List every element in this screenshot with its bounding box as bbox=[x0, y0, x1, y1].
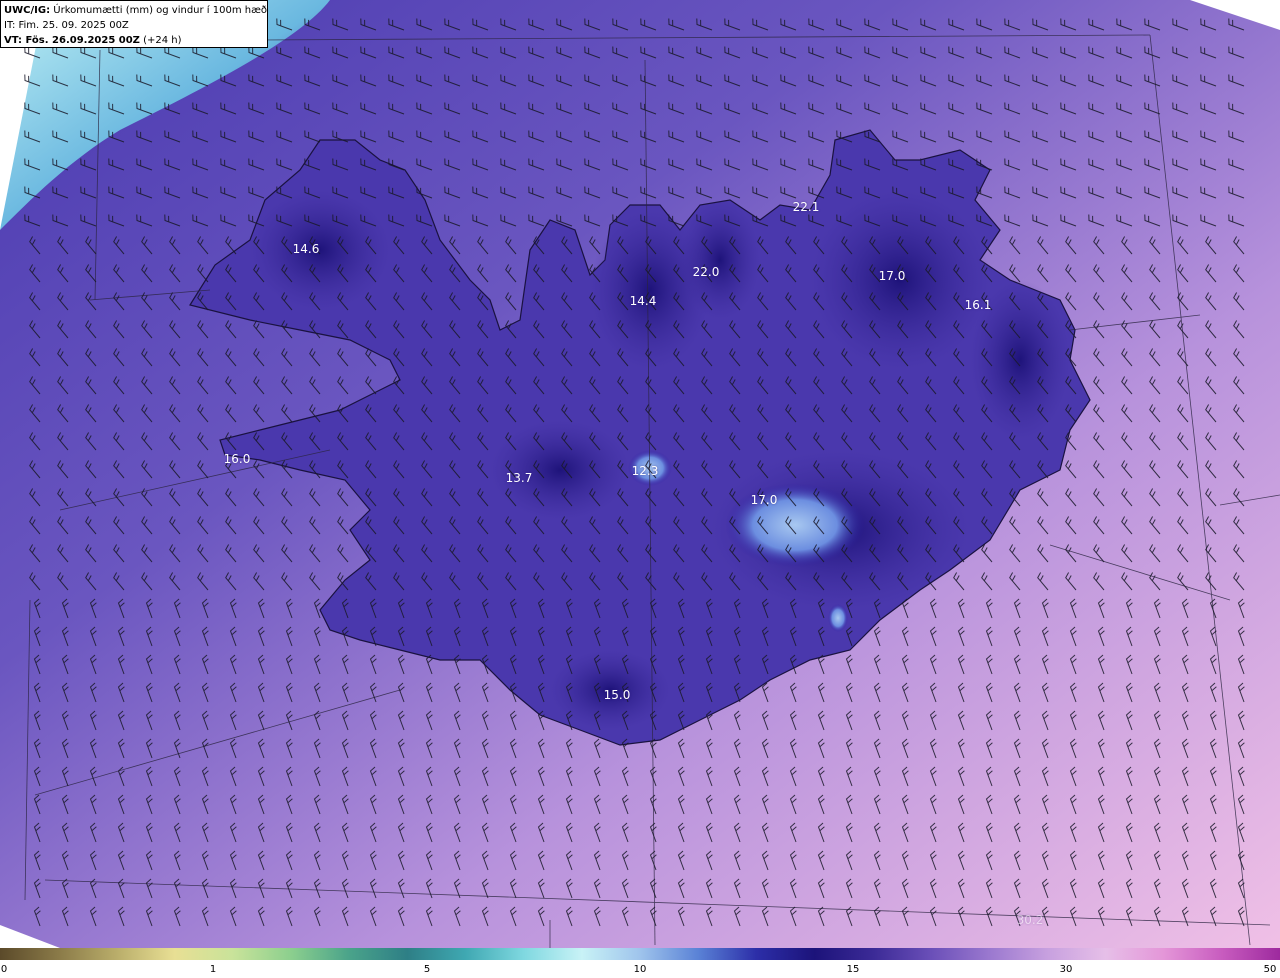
valid-offset: (+24 h) bbox=[143, 35, 182, 46]
map-title: Úrkomumætti (mm) og vindur í 100m hæð bbox=[53, 5, 268, 16]
value-label-north-17-0: 17.0 bbox=[878, 269, 906, 283]
valid-time-line: VT: Fös. 26.09.2025 00Z (+24 h) bbox=[4, 33, 264, 48]
map-info-box: UWC/IG: Úrkomumætti (mm) og vindur í 100… bbox=[0, 0, 268, 48]
north-precip-b bbox=[680, 200, 760, 320]
value-label-vatnajokull: 17.0 bbox=[750, 493, 778, 507]
value-label-south-15-0: 15.0 bbox=[603, 688, 631, 702]
value-label-west-13-7: 13.7 bbox=[505, 471, 533, 485]
value-label-north-22-0: 22.0 bbox=[692, 265, 720, 279]
westfjords-precip bbox=[250, 190, 390, 310]
colorbar-tick-10: 10 bbox=[633, 964, 647, 975]
colorbar-tick-15: 15 bbox=[846, 964, 860, 975]
issue-time: IT: Fim. 25. 09. 2025 00Z bbox=[4, 20, 129, 31]
valid-time: VT: Fös. 26.09.2025 00Z bbox=[4, 35, 140, 46]
value-label-westfjords: 14.6 bbox=[292, 242, 320, 256]
myrdalsjokull-high bbox=[828, 604, 848, 632]
value-label-southeast-sea: 30.2 bbox=[1016, 913, 1044, 927]
colorbar-tick-50: 50 bbox=[1263, 964, 1277, 975]
colorbar-tick-5: 5 bbox=[423, 964, 431, 975]
central-precip bbox=[490, 420, 630, 520]
value-label-north-22-1: 22.1 bbox=[792, 200, 820, 214]
model-label: UWC/IG: bbox=[4, 5, 51, 16]
colorbar-strip bbox=[0, 948, 1280, 960]
colorbar-tick-30: 30 bbox=[1059, 964, 1073, 975]
value-label-langjokull: 12.3 bbox=[631, 464, 659, 478]
value-label-east-16-1: 16.1 bbox=[964, 298, 992, 312]
value-label-north-14-4: 14.4 bbox=[629, 294, 657, 308]
colorbar: 0 1 5 10 15 30 50 bbox=[0, 948, 1280, 978]
title-line: UWC/IG: Úrkomumætti (mm) og vindur í 100… bbox=[4, 3, 268, 18]
colorbar-tick-0: 0 bbox=[0, 964, 8, 975]
value-label-snaefellsnes: 16.0 bbox=[223, 452, 251, 466]
colorbar-tick-1: 1 bbox=[209, 964, 217, 975]
